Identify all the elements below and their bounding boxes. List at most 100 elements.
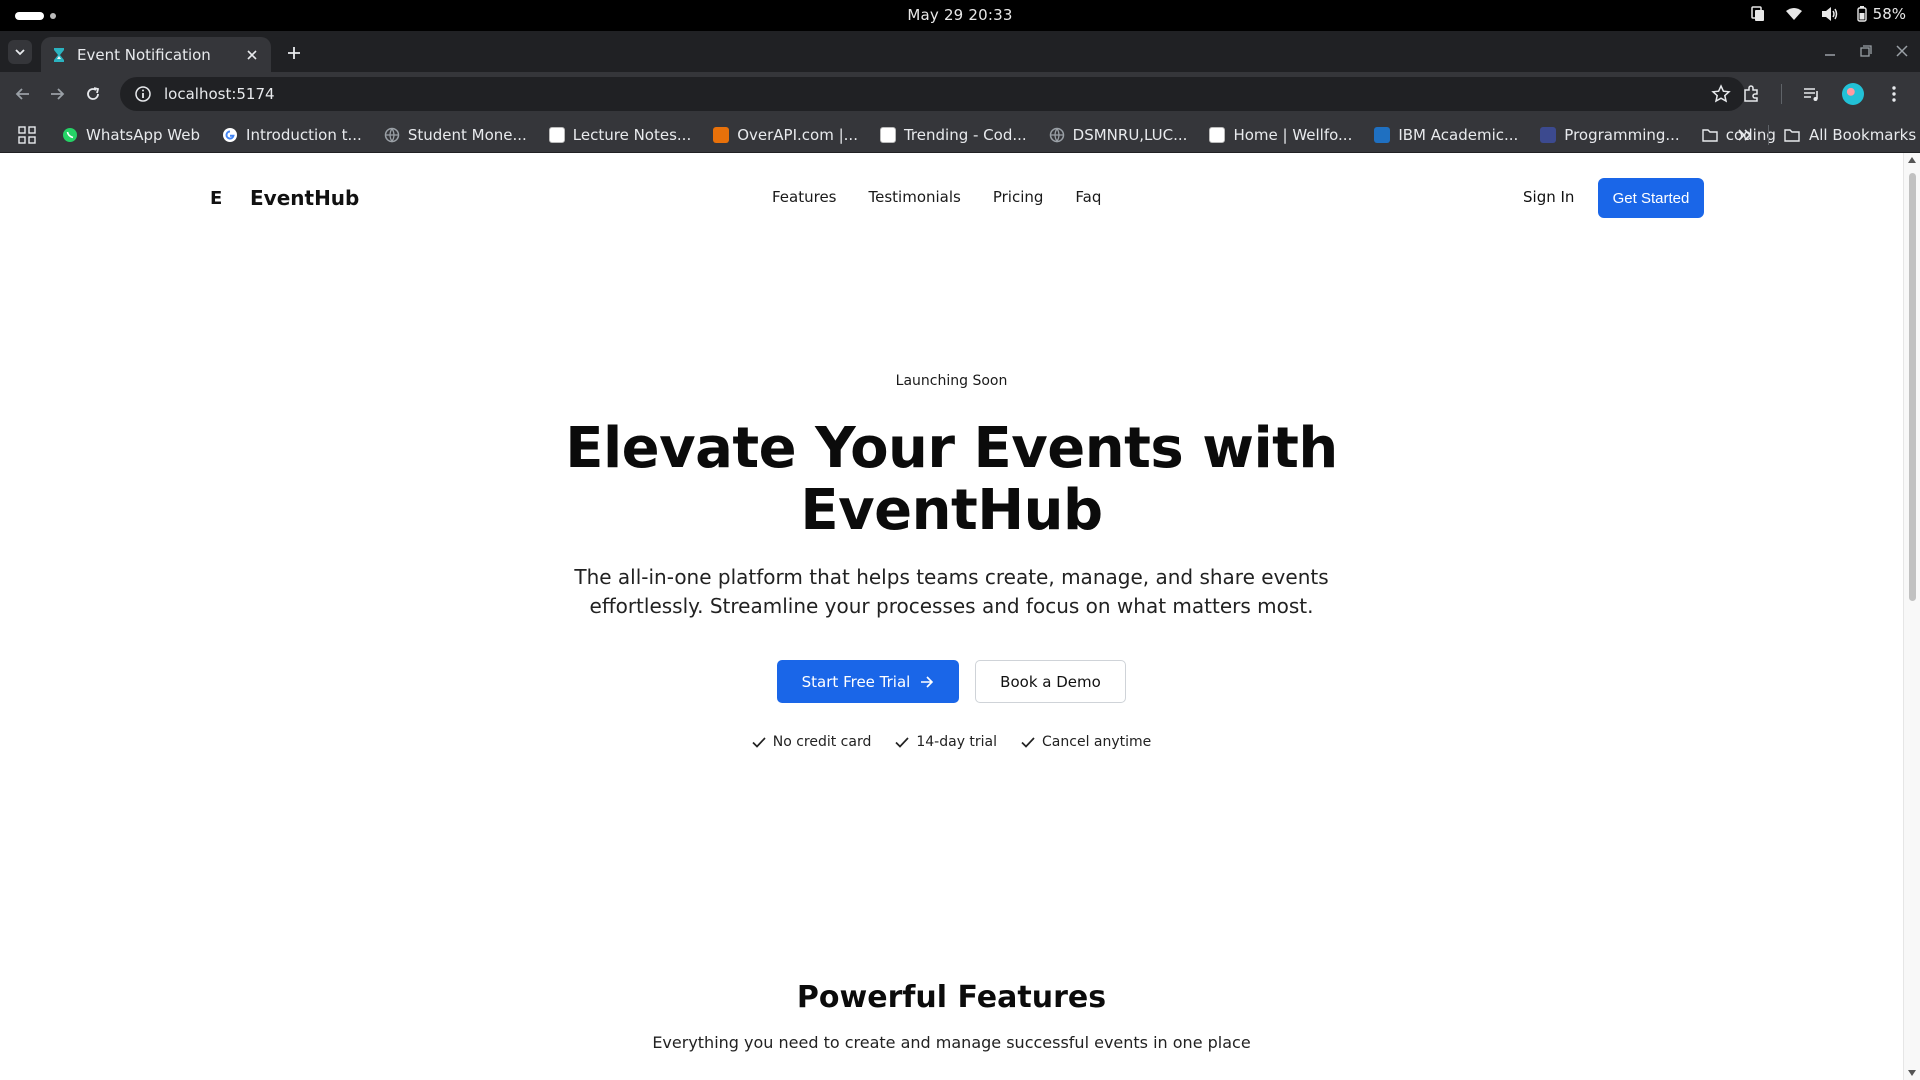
nav-link-faq[interactable]: Faq <box>1075 188 1101 206</box>
site-nav-links: Features Testimonials Pricing Faq <box>772 188 1101 206</box>
tab-search-button[interactable] <box>8 40 32 64</box>
bookmark-item[interactable]: IBM Academic... <box>1374 126 1518 144</box>
hero-title-line-1: Elevate Your Events with <box>565 416 1338 481</box>
globe-icon <box>384 127 400 143</box>
nav-link-pricing[interactable]: Pricing <box>993 188 1044 206</box>
bookmark-item[interactable]: Programming... <box>1540 126 1680 144</box>
bookmark-star-icon[interactable] <box>1711 84 1731 104</box>
toolbar-divider <box>1781 84 1782 104</box>
media-control-icon[interactable] <box>1800 82 1824 106</box>
reload-icon <box>87 87 100 100</box>
new-tab-button[interactable] <box>282 41 306 65</box>
bookmark-item[interactable]: Introduction t... <box>222 126 362 144</box>
sign-in-link[interactable]: Sign In <box>1523 188 1574 206</box>
get-started-button[interactable]: Get Started <box>1598 178 1704 218</box>
benefit-item: Cancel anytime <box>1021 734 1151 750</box>
bookmark-label: Home | Wellfo... <box>1233 126 1353 144</box>
brand-name: EventHub <box>250 186 360 210</box>
book-demo-button[interactable]: Book a Demo <box>975 660 1126 703</box>
close-window-icon[interactable] <box>1894 43 1910 59</box>
all-bookmarks-button[interactable]: All Bookmarks <box>1784 117 1916 153</box>
minimize-icon[interactable] <box>1822 43 1838 59</box>
scroll-thumb[interactable] <box>1909 173 1916 601</box>
bookmark-list: WhatsApp Web Introduction t... Student Mon… <box>62 117 1798 153</box>
bookmarks-overflow-icon[interactable] <box>1735 125 1755 145</box>
overapi-icon <box>713 127 730 143</box>
tab-strip: Event Notification <box>0 31 1920 72</box>
battery-percent: 58% <box>1872 5 1906 23</box>
google-icon <box>222 127 238 143</box>
features-subtitle: Everything you need to create and manage… <box>652 1033 1251 1052</box>
arrow-left-icon <box>15 88 29 100</box>
start-free-trial-button[interactable]: Start Free Trial <box>777 660 959 703</box>
bookmark-item[interactable]: Student Mone... <box>384 126 527 144</box>
bookmark-item[interactable]: OverAPI.com |... <box>713 126 858 144</box>
url-text[interactable]: localhost:5174 <box>164 85 1711 103</box>
benefit-item: 14-day trial <box>895 734 997 750</box>
hero-title: Elevate Your Events with EventHub <box>0 418 1903 542</box>
benefit-label: Cancel anytime <box>1042 734 1152 750</box>
profile-avatar[interactable] <box>1842 83 1864 105</box>
bookmark-label: OverAPI.com |... <box>737 126 858 144</box>
site-header: E EventHub Features Testimonials Pricing… <box>0 153 1903 241</box>
benefit-item: No credit card <box>752 734 871 750</box>
tab-close-icon[interactable] <box>243 46 261 64</box>
folder-icon <box>1784 129 1800 142</box>
forward-button[interactable] <box>46 83 68 105</box>
scroll-up-icon[interactable] <box>1908 157 1916 163</box>
battery-status[interactable]: 58% <box>1856 5 1906 23</box>
bookmark-label: DSMNRU,LUC... <box>1072 126 1188 144</box>
notes-icon <box>548 127 565 143</box>
page-scrollbar[interactable] <box>1903 153 1920 1080</box>
arrow-right-icon <box>921 675 934 688</box>
programming-icon <box>1540 127 1557 143</box>
hero-title-line-2: EventHub <box>800 478 1103 543</box>
system-clock[interactable]: May 29 20:33 <box>0 6 1920 24</box>
clipboard-icon[interactable] <box>1749 5 1767 23</box>
nav-link-features[interactable]: Features <box>772 188 837 206</box>
brand-mark: E <box>210 187 223 209</box>
all-bookmarks-label: All Bookmarks <box>1809 126 1917 144</box>
bookmark-item[interactable]: DSMNRU,LUC... <box>1049 126 1188 144</box>
check-icon <box>1021 736 1035 748</box>
bookmark-item[interactable]: Home | Wellfo... <box>1209 126 1352 144</box>
bookmark-item[interactable]: WhatsApp Web <box>62 126 200 144</box>
brand-logo[interactable]: E EventHub <box>210 186 359 210</box>
check-icon <box>752 736 766 748</box>
nav-link-testimonials[interactable]: Testimonials <box>869 188 961 206</box>
system-tray[interactable]: 58% <box>1749 5 1906 23</box>
wellfound-icon <box>1209 127 1226 143</box>
trial-benefits: No credit card 14-day trial Cancel anyti… <box>0 734 1903 750</box>
page-viewport: E EventHub Features Testimonials Pricing… <box>0 153 1903 1080</box>
apps-grid-icon[interactable] <box>18 126 36 144</box>
wifi-icon[interactable] <box>1785 5 1803 23</box>
folder-icon <box>1702 127 1718 143</box>
toolbar-actions <box>1739 82 1906 106</box>
window-controls <box>1822 43 1910 59</box>
site-info-icon[interactable] <box>134 85 152 103</box>
tab-active[interactable]: Event Notification <box>41 37 271 72</box>
tab-favicon-icon <box>54 47 64 62</box>
ibm-icon <box>1374 127 1391 143</box>
bookmark-item[interactable]: Trending - Cod... <box>879 126 1027 144</box>
volume-icon[interactable] <box>1821 5 1839 23</box>
start-free-trial-label: Start Free Trial <box>801 672 911 691</box>
bookmark-label: WhatsApp Web <box>86 126 201 144</box>
bookmark-label: Student Mone... <box>407 126 527 144</box>
globe-icon <box>1049 127 1065 143</box>
scroll-down-icon[interactable] <box>1908 1070 1916 1076</box>
launch-badge: Launching Soon <box>895 373 1008 389</box>
bookmark-label: Trending - Cod... <box>903 126 1027 144</box>
codepen-icon <box>879 127 896 143</box>
bookmark-item[interactable]: Lecture Notes... <box>548 126 691 144</box>
extensions-icon[interactable] <box>1739 82 1763 106</box>
address-bar[interactable]: localhost:5174 <box>120 77 1745 111</box>
more-menu-icon[interactable] <box>1882 82 1906 106</box>
plus-icon <box>288 47 300 59</box>
chevron-down-icon <box>15 49 25 56</box>
back-button[interactable] <box>12 83 34 105</box>
restore-icon[interactable] <box>1858 43 1874 59</box>
reload-button[interactable] <box>82 83 104 105</box>
benefit-label: 14-day trial <box>916 734 998 750</box>
bookmarks-divider <box>1768 125 1769 145</box>
